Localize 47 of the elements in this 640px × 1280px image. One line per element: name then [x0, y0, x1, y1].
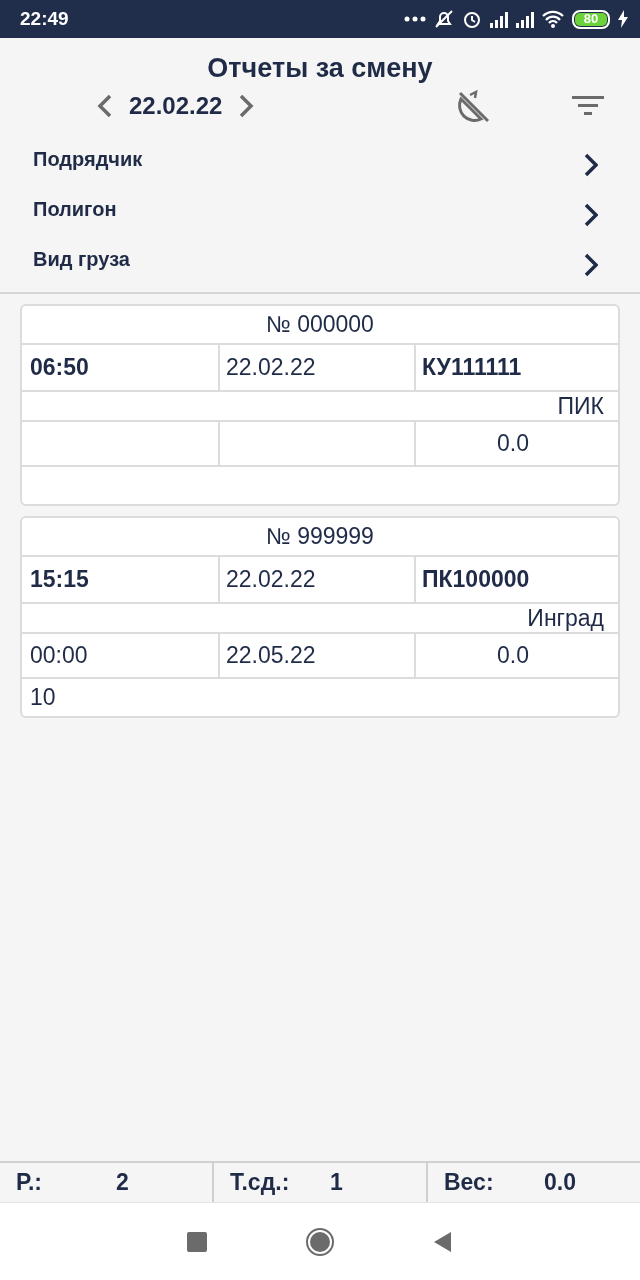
signal-icon [490, 10, 508, 28]
satellite-off-icon[interactable] [456, 89, 490, 123]
summary-value: 1 [330, 1168, 343, 1198]
report-card[interactable]: № 999999 15:15 22.02.22 ПК100000 Инград 00:00 22.05.22 0.0 10 [20, 516, 620, 718]
vehicle-number: КУ111111 [422, 356, 522, 379]
report-time: 15:15 [30, 568, 89, 591]
chevron-right-icon[interactable] [584, 253, 598, 277]
summary-label: Т.сд.: [230, 1168, 291, 1198]
report-note: 10 [30, 686, 56, 709]
company-name: Инград [527, 606, 604, 630]
report-date: 22.02.22 [226, 568, 316, 591]
battery-level: 80 [572, 9, 610, 29]
back-icon[interactable] [433, 1230, 453, 1253]
clock-time: 22:49 [20, 6, 69, 31]
chevron-right-icon[interactable] [584, 153, 598, 177]
signal-icon [516, 10, 534, 28]
summary-label: Вес: [444, 1168, 495, 1198]
arrival-time: 00:00 [30, 644, 88, 667]
previous-date-icon[interactable] [97, 94, 113, 118]
alarm-icon [462, 9, 482, 29]
report-card[interactable]: № 000000 06:50 22.02.22 КУ111111 ПИК 0.0 [20, 304, 620, 506]
summary-label: Р.: [16, 1168, 43, 1198]
recent-apps-icon[interactable] [187, 1231, 207, 1252]
screen-title: Отчеты за смену [206, 52, 434, 84]
home-icon[interactable] [305, 1226, 335, 1257]
filter-icon[interactable] [572, 95, 604, 117]
report-number: № 999999 [266, 525, 374, 548]
next-date-icon[interactable] [238, 94, 255, 118]
arrival-date: 22.05.22 [226, 644, 316, 667]
filter-label: Вид груза [33, 247, 130, 272]
filter-label: Полигон [33, 197, 117, 222]
cargo-weight: 0.0 [497, 432, 529, 455]
chevron-right-icon[interactable] [584, 203, 598, 227]
report-date: 22.02.22 [226, 356, 316, 379]
summary-value: 0.0 [544, 1168, 576, 1198]
vehicle-number: ПК100000 [422, 568, 530, 591]
wifi-icon [542, 10, 564, 28]
summary-value: 2 [116, 1168, 129, 1198]
bell-muted-icon [434, 9, 454, 29]
company-name: ПИК [557, 394, 604, 418]
charging-icon [618, 10, 628, 28]
more-icon [404, 16, 426, 22]
report-time: 06:50 [30, 356, 89, 379]
filter-label: Подрядчик [33, 147, 143, 172]
current-date: 22.02.22 [129, 91, 223, 121]
cargo-weight: 0.0 [497, 644, 529, 667]
report-number: № 000000 [266, 313, 374, 336]
